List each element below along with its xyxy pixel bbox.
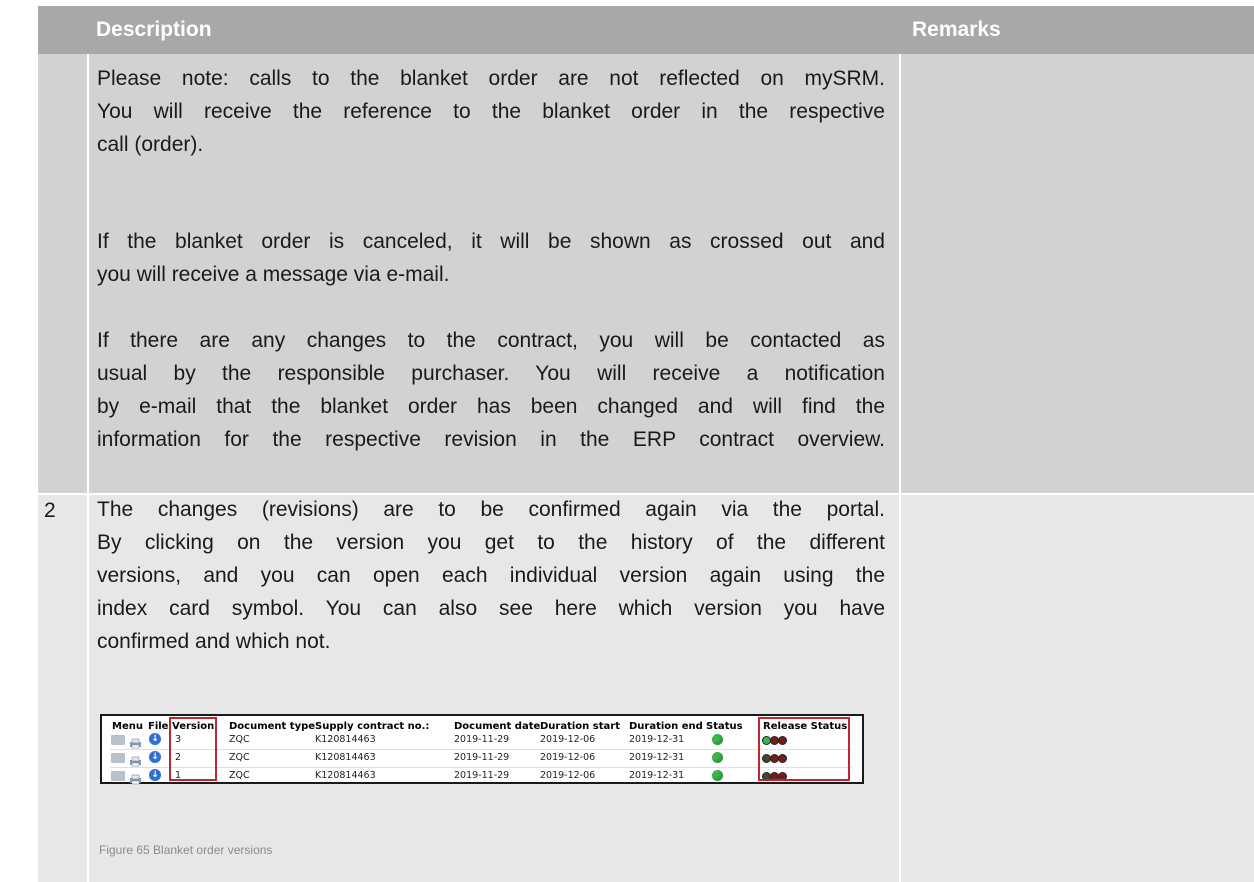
col-header-status: Status <box>706 721 743 732</box>
duration-end-cell: 2019-12-31 <box>629 752 685 763</box>
download-icon[interactable]: ↓ <box>149 733 161 745</box>
duration-end-cell: 2019-12-31 <box>629 770 685 781</box>
print-icon[interactable] <box>129 770 142 785</box>
duration-end-cell: 2019-12-31 <box>629 734 685 745</box>
folder-icon[interactable] <box>111 771 125 781</box>
paragraph: If the blanket order is canceled, it wil… <box>97 230 885 286</box>
status-indicator <box>712 734 723 745</box>
status-indicator <box>712 752 723 763</box>
version-highlight-box <box>169 717 217 781</box>
print-icon[interactable] <box>129 752 142 767</box>
duration-start-cell: 2019-12-06 <box>540 770 596 781</box>
col-header-duration-start: Duration start <box>540 721 620 732</box>
row-number: 2 <box>44 499 56 522</box>
col-header-file: File <box>148 721 169 732</box>
description-cell: Please note: calls to the blanket order … <box>89 54 899 493</box>
col-header-supply-contract: Supply contract no.: <box>315 721 430 732</box>
status-indicator <box>712 770 723 781</box>
duration-start-cell: 2019-12-06 <box>540 734 596 745</box>
folder-icon[interactable] <box>111 735 125 745</box>
col-header-document-date: Document date <box>454 721 541 732</box>
paragraph: The changes (revisions) are to be confir… <box>97 498 885 653</box>
blanket-order-versions-screenshot: Menu File Version Document type Supply c… <box>100 714 864 785</box>
row-divider <box>110 749 852 750</box>
document-type-cell: ZQC <box>229 752 250 763</box>
contract-number-cell: K120814463 <box>315 770 376 781</box>
col-header-document-type: Document type <box>229 721 316 732</box>
release-status-highlight-box <box>758 717 850 781</box>
table-header: Description Remarks <box>38 6 1254 54</box>
remarks-cell <box>901 54 1254 493</box>
download-icon[interactable]: ↓ <box>149 751 161 763</box>
remarks-cell <box>901 495 1254 882</box>
paragraph: Please note: calls to the blanket order … <box>97 67 885 156</box>
duration-start-cell: 2019-12-06 <box>540 752 596 763</box>
document-page: Description Remarks Please note: calls t… <box>0 0 1254 882</box>
paragraph: If there are any changes to the contract… <box>97 329 885 451</box>
header-remarks: Remarks <box>912 18 1001 41</box>
row-divider <box>110 767 852 768</box>
document-type-cell: ZQC <box>229 770 250 781</box>
col-header-menu: Menu <box>112 721 143 732</box>
document-date-cell: 2019-11-29 <box>454 752 510 763</box>
contract-number-cell: K120814463 <box>315 734 376 745</box>
document-type-cell: ZQC <box>229 734 250 745</box>
row-number-cell <box>38 54 87 493</box>
print-icon[interactable] <box>129 734 142 749</box>
download-icon[interactable]: ↓ <box>149 769 161 781</box>
description-cell: The changes (revisions) are to be confir… <box>89 495 899 882</box>
col-header-duration-end: Duration end <box>629 721 703 732</box>
figure-caption: Figure 65 Blanket order versions <box>99 843 273 857</box>
header-description: Description <box>96 18 212 41</box>
document-date-cell: 2019-11-29 <box>454 770 510 781</box>
contract-number-cell: K120814463 <box>315 752 376 763</box>
folder-icon[interactable] <box>111 753 125 763</box>
row-number-cell: 2 <box>38 495 87 882</box>
document-date-cell: 2019-11-29 <box>454 734 510 745</box>
